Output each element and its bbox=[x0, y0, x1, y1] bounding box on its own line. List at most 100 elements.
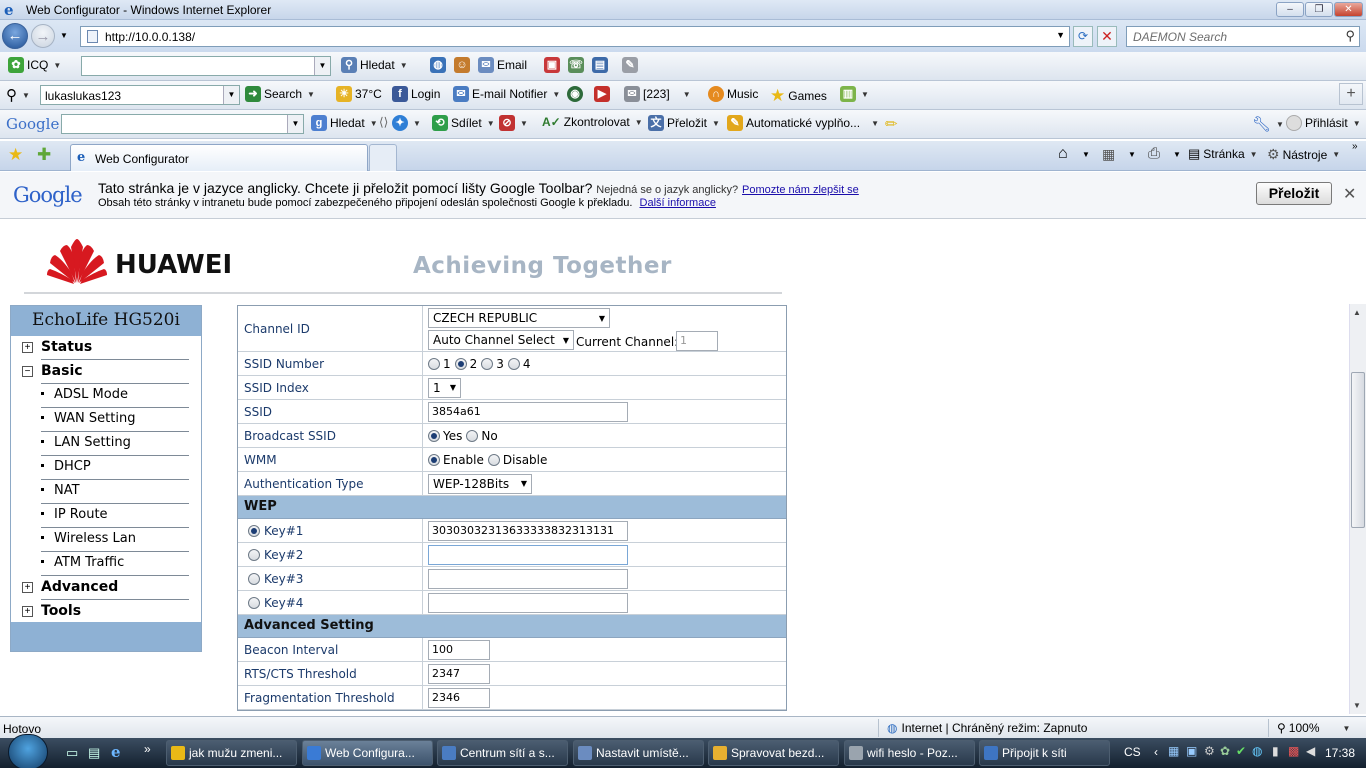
authentication-type-select[interactable]: WEP-128Bits ▼ bbox=[428, 473, 532, 494]
gift-button[interactable]: ▣ bbox=[544, 57, 560, 73]
taskbar-item[interactable]: Centrum sítí a s... bbox=[437, 740, 568, 766]
taskbar-item[interactable]: Nastavit umístě... bbox=[573, 740, 704, 766]
page-menu[interactable]: ▤ Stránka ▼ bbox=[1188, 146, 1258, 162]
key-input[interactable] bbox=[428, 592, 628, 613]
music-button[interactable]: ∩ Music bbox=[708, 86, 758, 102]
ssid-number-radio-2[interactable] bbox=[454, 357, 467, 370]
tools-button[interactable]: ✎ bbox=[622, 57, 638, 73]
address-field[interactable]: http://10.0.0.138/ ▼ bbox=[80, 26, 1070, 47]
rss-feed-icon[interactable]: ▦ bbox=[1102, 146, 1115, 163]
tray-gear-icon[interactable]: ⚙ bbox=[1204, 744, 1215, 758]
email-notifier-button[interactable]: ✉ E-mail Notifier ▼ bbox=[453, 86, 560, 102]
taskbar-item[interactable]: Web Configura... bbox=[302, 740, 433, 766]
rts-cts-input[interactable]: 2347 bbox=[428, 663, 490, 684]
facebook-login-button[interactable]: f Login bbox=[392, 86, 440, 102]
taskbar-item[interactable]: wifi heslo - Poz... bbox=[844, 740, 975, 766]
music-player-button[interactable]: ◉ bbox=[567, 86, 583, 102]
close-window-button[interactable]: ✕ bbox=[1334, 2, 1363, 17]
key-select-radio[interactable] bbox=[248, 573, 260, 585]
wmm-disable-radio[interactable] bbox=[487, 453, 500, 466]
chevron-down-icon[interactable]: ▼ bbox=[314, 57, 330, 75]
wmm-enable-radio[interactable] bbox=[428, 453, 440, 466]
autofill-button[interactable]: ✎ Automatické vyplňo... ▼ bbox=[727, 115, 879, 131]
key-select-radio[interactable] bbox=[248, 597, 260, 609]
key-input[interactable]: 30303032313633333832313131 bbox=[428, 520, 628, 541]
translate-button[interactable]: 文 Přeložit ▼ bbox=[648, 115, 720, 131]
chevron-down-icon[interactable]: ▼ bbox=[1128, 150, 1136, 159]
settings-wrench-button[interactable]: 🔧︎ ▼ bbox=[1252, 115, 1284, 133]
nav-item-ip-route[interactable]: IP Route bbox=[11, 504, 201, 528]
back-button[interactable]: ← bbox=[2, 23, 28, 49]
people-button[interactable]: ☺ bbox=[454, 57, 470, 73]
home-icon[interactable]: ⌂ bbox=[1058, 145, 1068, 163]
globe-button[interactable]: ◍ bbox=[430, 57, 446, 73]
youtube-button[interactable]: ▶ bbox=[594, 86, 610, 102]
tray-battery-icon[interactable]: ▮ bbox=[1272, 744, 1279, 758]
current-channel-field[interactable]: 1 bbox=[676, 331, 718, 351]
chevron-down-icon[interactable]: ▼ bbox=[1173, 150, 1181, 159]
tools-menu[interactable]: ⚙ Nástroje ▼ bbox=[1267, 146, 1340, 163]
tray-check-icon[interactable]: ✔ bbox=[1236, 744, 1246, 758]
scrollbar-thumb[interactable] bbox=[1351, 372, 1365, 528]
history-dropdown-icon[interactable]: ▼ bbox=[60, 31, 68, 40]
zoom-control[interactable]: ⚲ 100% ▼ bbox=[1277, 721, 1350, 735]
toolbar-search-button[interactable]: ⚲ ▼ bbox=[6, 86, 30, 104]
nav-item-atm-traffic[interactable]: ATM Traffic bbox=[11, 552, 201, 576]
tray-network-icon[interactable]: ▦ bbox=[1168, 744, 1179, 758]
spellcheck-button[interactable]: A✓ Zkontrolovat ▼ bbox=[542, 115, 643, 129]
hledat-button[interactable]: ⚲ Hledat ▼ bbox=[341, 57, 408, 73]
show-desktop-icon[interactable]: ▭ bbox=[66, 745, 78, 761]
key-input[interactable] bbox=[428, 544, 628, 565]
chevron-right-icon[interactable]: » bbox=[1352, 141, 1358, 152]
chevron-down-icon[interactable]: ▼ bbox=[1082, 150, 1090, 159]
messages-button[interactable]: ✉ [223] ▼ bbox=[624, 86, 691, 102]
add-favorites-icon[interactable]: ✚ bbox=[37, 145, 51, 165]
nav-item-status[interactable]: + Status bbox=[11, 336, 201, 360]
url-dropdown-icon[interactable]: ▼ bbox=[1056, 30, 1065, 40]
nav-item-wan-setting[interactable]: WAN Setting bbox=[11, 408, 201, 432]
nav-item-basic[interactable]: − Basic bbox=[11, 360, 201, 384]
popup-blocker-button[interactable]: ⊘ ▼ bbox=[499, 115, 528, 131]
ssid-input[interactable]: 3854a61 bbox=[428, 401, 628, 422]
icq-search-combo[interactable]: ▼ bbox=[81, 56, 331, 76]
nav-item-tools[interactable]: + Tools bbox=[11, 600, 201, 624]
chevron-down-icon[interactable]: ▼ bbox=[223, 86, 239, 104]
addon-button[interactable]: ▥ ▼ bbox=[840, 86, 869, 102]
language-indicator[interactable]: CS bbox=[1124, 745, 1141, 759]
nav-item-nat[interactable]: NAT bbox=[11, 480, 201, 504]
key-select-radio[interactable] bbox=[248, 525, 260, 537]
expand-icon[interactable]: + bbox=[22, 582, 33, 593]
taskbar-item[interactable]: Spravovat bezd... bbox=[708, 740, 839, 766]
sign-in-button[interactable]: Přihlásit ▼ bbox=[1286, 115, 1361, 131]
ssid-number-radio-4[interactable] bbox=[507, 357, 520, 370]
toolbar-add-button[interactable]: + bbox=[1339, 83, 1363, 105]
search-icon[interactable]: ⚲ bbox=[1345, 28, 1355, 44]
translate-page-button[interactable]: Přeložit bbox=[1256, 182, 1332, 205]
email-button[interactable]: ✉ Email bbox=[478, 57, 527, 73]
stop-button[interactable]: ✕ bbox=[1097, 26, 1117, 47]
broadcast-no-radio[interactable] bbox=[466, 429, 479, 442]
favorites-star-icon[interactable]: ★ bbox=[8, 145, 23, 165]
expand-icon[interactable]: + bbox=[22, 342, 33, 353]
key-select-radio[interactable] bbox=[248, 549, 260, 561]
weather-button[interactable]: ☀ 37°C bbox=[336, 86, 382, 102]
tab-web-configurator[interactable]: e Web Configurator bbox=[70, 144, 368, 171]
google-search-combo[interactable]: ▼ bbox=[61, 114, 304, 134]
nav-item-lan-setting[interactable]: LAN Setting bbox=[11, 432, 201, 456]
ssid-index-select[interactable]: 1 ▼ bbox=[428, 377, 461, 398]
search-box[interactable]: DAEMON Search ⚲ bbox=[1126, 26, 1360, 47]
expand-icon[interactable]: + bbox=[22, 606, 33, 617]
vertical-scrollbar[interactable]: ▲ ▼ bbox=[1349, 304, 1366, 714]
share-button[interactable]: ⟲ Sdílet ▼ bbox=[432, 115, 495, 131]
forward-button[interactable]: → bbox=[31, 24, 55, 48]
minimize-button[interactable]: – bbox=[1276, 2, 1304, 17]
fragmentation-input[interactable]: 2346 bbox=[428, 687, 490, 708]
icq-button[interactable]: ✿ ICQ ▼ bbox=[8, 57, 61, 73]
help-improve-link[interactable]: Pomozte nám zlepšit se bbox=[742, 184, 859, 196]
user-combo[interactable]: lukaslukas123 ▼ bbox=[40, 85, 240, 105]
refresh-button[interactable]: ⟳ bbox=[1073, 26, 1093, 47]
channel-mode-select[interactable]: Auto Channel Select ▼ bbox=[428, 330, 574, 350]
more-info-link[interactable]: Další informace bbox=[640, 197, 716, 209]
tray-app-icon[interactable]: ✿ bbox=[1220, 744, 1230, 758]
search-button[interactable]: ➜ Search ▼ bbox=[245, 86, 315, 102]
